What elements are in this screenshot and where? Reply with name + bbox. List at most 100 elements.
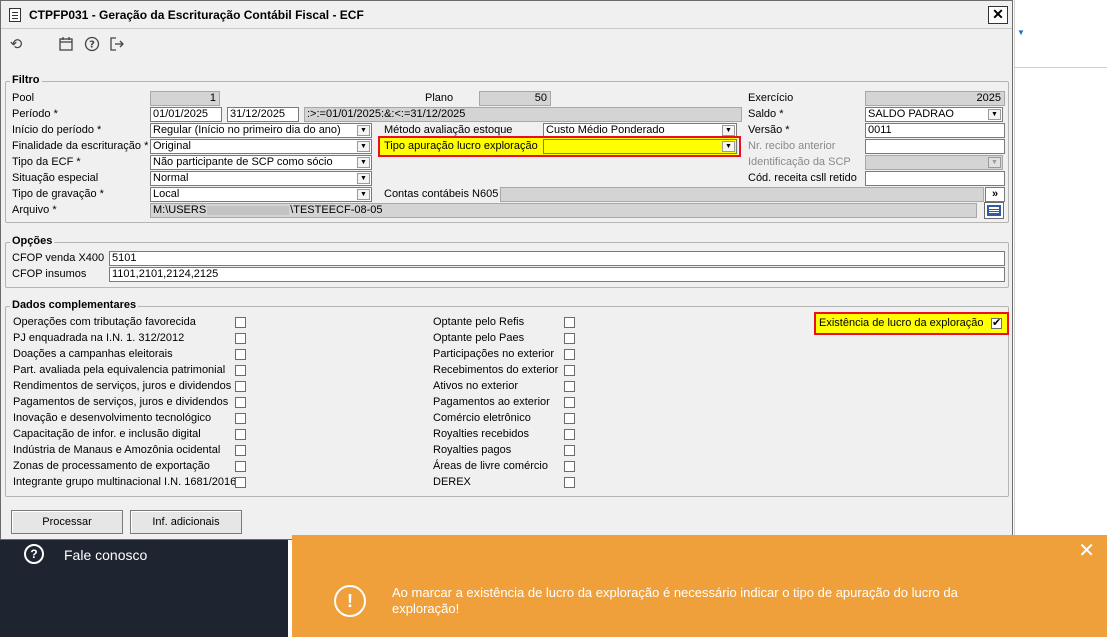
dados-option-label: Inovação e desenvolvimento tecnológico [13,412,212,424]
inicio-label: Início do período * [12,124,102,136]
chat-widget[interactable]: ? Fale conosco [0,540,288,637]
dados-option-checkbox[interactable] [235,349,246,360]
dados-option-checkbox[interactable] [235,477,246,488]
cfop-insumos-label: CFOP insumos [12,268,87,280]
dados-option-label: Ativos no exterior [433,380,518,392]
window-title: CTPFP031 - Geração da Escrituração Contá… [29,8,364,22]
versao-input[interactable]: 0011 [865,123,1005,138]
situacao-select[interactable]: Normal ▼ [150,171,372,186]
chevron-down-icon[interactable]: ▼ [988,109,1001,120]
metodo-label: Método avaliação estoque [384,124,513,136]
dados-option-checkbox[interactable] [235,317,246,328]
arquivo-label: Arquivo * [12,204,57,216]
contas-lookup-button[interactable]: » [985,187,1005,202]
chevron-down-icon: ▼ [988,157,1001,168]
pool-label: Pool [12,92,35,104]
dados-option-checkbox[interactable] [564,445,575,456]
calendar-icon[interactable] [57,36,75,54]
dados-option-checkbox[interactable] [564,333,575,344]
dados-option-checkbox[interactable] [564,349,575,360]
redacted-path [207,205,290,215]
dados-option-checkbox[interactable] [564,477,575,488]
dados-option-label: Part. avaliada pela equivalencia patrimo… [13,364,226,376]
chevron-down-icon[interactable]: ▼ [722,125,735,136]
identificacao-select: ▼ [865,155,1003,170]
cfop-insumos-input[interactable]: 1101,2101,2124,2125 [109,267,1005,282]
finalidade-label: Finalidade da escrituração * [12,140,149,152]
dados-option-checkbox[interactable] [235,445,246,456]
finalidade-select[interactable]: Original ▼ [150,139,372,154]
dados-option-label: Operações com tributação favorecida [13,316,196,328]
tipo-apuracao-error-outline [378,136,741,157]
folder-browse-button[interactable] [984,202,1004,219]
chevron-down-icon[interactable]: ▼ [357,141,370,152]
dados-option-checkbox[interactable] [235,397,246,408]
panel-divider [1015,67,1107,68]
nr-recibo-label: Nr. recibo anterior [748,140,836,152]
dados-option-checkbox[interactable] [235,429,246,440]
dados-option-label: Participações no exterior [433,348,555,360]
cod-receita-input[interactable] [865,171,1005,186]
tipo-gravacao-select[interactable]: Local ▼ [150,187,372,202]
dados-option-checkbox[interactable] [564,317,575,328]
saldo-select[interactable]: SALDO PADRAO ▼ [865,107,1003,122]
inf-adicionais-button[interactable]: Inf. adicionais [130,510,242,534]
dados-option-label: Capacitação de infor. e inclusão digital [13,428,201,440]
close-button[interactable]: ✕ [988,6,1008,24]
pool-field: 1 [150,91,220,106]
dados-option-checkbox[interactable] [564,365,575,376]
arquivo-field: M:\USERS \TESTEECF-08-05 [150,203,977,218]
dados-option-label: Optante pelo Refis [433,316,525,328]
dados-option-checkbox[interactable] [235,381,246,392]
chevron-down-icon[interactable]: ▼ [357,173,370,184]
filtro-legend: Filtro [10,74,42,86]
dados-option-label: Integrante grupo multinacional I.N. 1681… [13,476,237,488]
document-icon [9,8,21,22]
cfop-venda-label: CFOP venda X400 [12,252,105,264]
dados-option-checkbox[interactable] [564,413,575,424]
dados-option-checkbox[interactable] [564,461,575,472]
cod-receita-label: Cód. receita csll retido [748,172,857,184]
dados-option-checkbox[interactable] [235,365,246,376]
tipo-ecf-select[interactable]: Não participante de SCP como sócio ▼ [150,155,372,170]
help-icon[interactable]: ? [83,36,101,54]
inicio-select[interactable]: Regular (Início no primeiro dia do ano) … [150,123,372,138]
dados-option-label: PJ enquadrada na I.N. 1. 312/2012 [13,332,185,344]
dados-option-checkbox[interactable] [564,381,575,392]
periodo-start-input[interactable]: 01/01/2025 [150,107,222,122]
versao-label: Versão * [748,124,790,136]
nr-recibo-input[interactable] [865,139,1005,154]
dados-option-checkbox[interactable] [235,461,246,472]
dados-option-checkbox[interactable] [235,413,246,424]
dados-option-checkbox[interactable] [564,397,575,408]
dados-option-label: Pagamentos ao exterior [433,396,550,408]
svg-text:?: ? [89,40,95,51]
tipo-gravacao-label: Tipo de gravação * [12,188,104,200]
dados-option-label: Royalties recebidos [433,428,529,440]
dados-option-label: Pagamentos de serviços, juros e dividend… [13,396,229,408]
chevron-down-icon[interactable]: ▼ [357,189,370,200]
periodo-label: Período * [12,108,58,120]
chevron-down-icon[interactable]: ▼ [357,157,370,168]
periodo-end-input[interactable]: 31/12/2025 [227,107,299,122]
toast-message: Ao marcar a existência de lucro da explo… [392,585,958,616]
dados-option-label: Recebimentos do exterior [433,364,559,376]
chevron-down-icon[interactable]: ▼ [1017,28,1025,37]
dados-option-checkbox[interactable] [564,429,575,440]
dados-option-label: Áreas de livre comércio [433,460,548,472]
saldo-value: SALDO PADRAO [868,108,954,120]
dados-option-checkbox[interactable] [235,333,246,344]
dados-legend: Dados complementares [10,299,139,311]
refresh-icon[interactable]: ⟲ [7,36,25,54]
exit-icon[interactable] [108,36,126,54]
help-circle-icon: ? [24,544,44,564]
finalidade-value: Original [153,140,191,152]
dados-option-label: Indústria de Manaus e Amozônia ocidental [13,444,221,456]
chevron-down-icon[interactable]: ▼ [357,125,370,136]
processar-button[interactable]: Processar [11,510,123,534]
periodo-expression: :>:=01/01/2025:&:<:=31/12/2025 [304,107,742,122]
cfop-venda-input[interactable]: 5101 [109,251,1005,266]
close-icon[interactable]: ✕ [1078,541,1095,561]
saldo-label: Saldo * [748,108,784,120]
tipo-ecf-value: Não participante de SCP como sócio [153,156,333,168]
